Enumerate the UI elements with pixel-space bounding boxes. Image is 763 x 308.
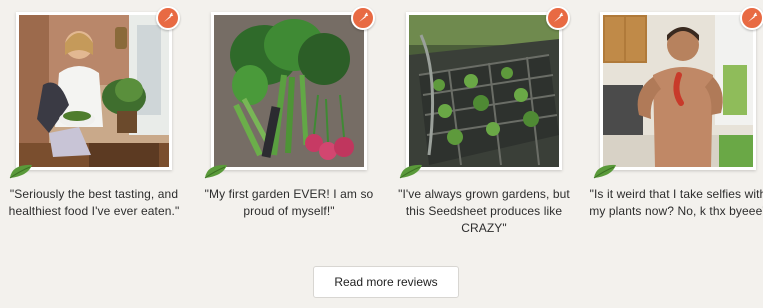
review-card: "Is it weird that I take selfies with my… bbox=[589, 6, 763, 220]
review-quote: "Is it weird that I take selfies with my… bbox=[589, 187, 763, 218]
read-more-reviews-button[interactable]: Read more reviews bbox=[313, 266, 459, 298]
woman-with-salad-photo bbox=[19, 15, 169, 167]
leaf-icon bbox=[398, 162, 426, 180]
carrot-badge-icon bbox=[351, 6, 375, 30]
review-photo-frame bbox=[9, 6, 180, 179]
carrot-badge-icon bbox=[156, 6, 180, 30]
harvested-vegetables-photo bbox=[214, 15, 364, 167]
man-with-pepper-photo bbox=[603, 15, 753, 167]
review-card: "I've always grown gardens, but this See… bbox=[398, 6, 570, 237]
reviews-gallery: "Seriously the best tasting, and healthi… bbox=[0, 0, 763, 240]
carrot-badge-icon bbox=[740, 6, 763, 30]
leaf-icon bbox=[8, 162, 36, 180]
review-photo-frame bbox=[204, 6, 375, 179]
leaf-icon bbox=[203, 162, 231, 180]
review-quote: "I've always grown gardens, but this See… bbox=[398, 187, 570, 235]
review-quote: "My first garden EVER! I am so proud of … bbox=[204, 187, 374, 218]
review-card: "My first garden EVER! I am so proud of … bbox=[204, 6, 375, 220]
carrot-badge-icon bbox=[546, 6, 570, 30]
garden-bed-photo bbox=[409, 15, 559, 167]
leaf-icon bbox=[592, 162, 620, 180]
review-photo-frame bbox=[399, 6, 570, 179]
review-quote: "Seriously the best tasting, and healthi… bbox=[8, 187, 180, 218]
review-photo-frame bbox=[593, 6, 763, 179]
review-card: "Seriously the best tasting, and healthi… bbox=[9, 6, 180, 220]
